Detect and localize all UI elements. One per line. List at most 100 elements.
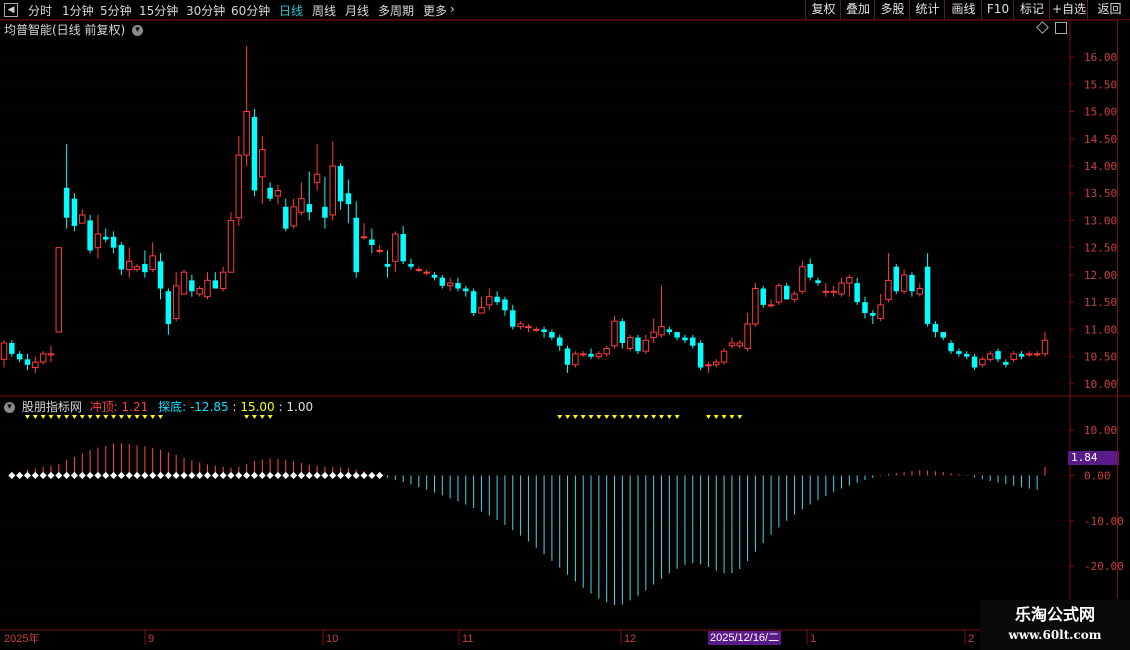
signal-marker [31,471,39,479]
candle-body [619,321,626,343]
y-tick-label: 14.50 [1084,133,1117,146]
candle-body [55,247,63,333]
y-tick-label: 12.50 [1084,242,1117,255]
signal-marker [164,471,172,479]
alert-triangle [729,415,735,419]
signal-marker [8,471,16,479]
candle-body [791,293,798,300]
candle-body [149,255,156,270]
candle-body [494,296,500,303]
candle-body [862,302,868,314]
alert-triangle [588,415,594,419]
candle-body [736,342,743,347]
candle-body [165,291,172,324]
chevron-down-icon[interactable]: ▾ [4,402,15,413]
candle-body [752,288,759,325]
signal-marker [157,471,165,479]
signal-marker [110,471,118,479]
candle-body [807,264,813,278]
x-axis-label: 1 [810,633,816,645]
candle-body [306,204,312,213]
signal-marker [352,471,360,479]
alert-triangle [565,415,571,419]
alert-triangle [658,415,664,419]
alert-triangle [244,415,250,419]
candle-body [626,337,634,349]
candle-body [189,280,195,292]
alert-triangle [118,415,124,419]
candle-body [635,337,641,352]
candle-body [235,154,243,219]
candle-body [142,264,148,273]
alert-triangle [674,415,680,419]
candle-body [948,342,954,352]
candle-body [376,249,383,252]
indicator-label-2: 探底: [158,400,187,414]
candle-body [971,356,978,368]
watermark: 乐淘公式网 www.60lt.com [980,600,1130,650]
indicator-label-1: 冲顶: [89,400,118,414]
alert-triangle [651,415,657,419]
candle-body [682,337,688,341]
candle-body [877,304,884,319]
y-tick-label: 12.00 [1084,269,1117,282]
candle-body [690,337,696,346]
candle-body [517,323,524,328]
candle-body [243,111,250,156]
candle-body [63,187,70,218]
candle-body [125,260,133,270]
alert-triangle [705,415,711,419]
signal-marker [141,471,149,479]
candle-body [455,283,461,289]
signal-marker [219,471,227,479]
signal-marker [117,471,125,479]
alert-triangle [627,415,633,419]
alert-triangle [643,415,649,419]
candle-body [180,271,188,295]
candle-body [431,274,438,278]
signal-marker [368,471,376,479]
kline-chart[interactable]: 16.00 15.50 15.00 14.50 14.00 13.50 13.00 12.50… [0,0,1130,650]
chevron-down-icon[interactable]: ▾ [132,25,144,36]
watermark-url: www.60lt.com [1008,628,1102,642]
candle-body [705,364,712,367]
candle-body [133,266,141,270]
candle-body [32,361,39,368]
candle-body [267,187,273,199]
signal-marker [133,471,141,479]
signal-marker [274,471,282,479]
candle-body [642,339,650,352]
candle-body [274,189,282,197]
current-value-tag: 1.84 [1068,451,1119,465]
candle-body [720,350,728,363]
signal-marker [188,471,196,479]
signal-marker [203,471,212,479]
x-axis-label: 2 [968,633,974,645]
candle-body [650,331,657,339]
signal-marker [282,471,290,479]
alert-triangle [24,415,30,419]
panel-toggle-icon[interactable] [1055,22,1067,34]
candle-body [16,353,23,360]
signal-marker [149,471,157,479]
candle-body [909,274,915,292]
alert-triangle [111,415,117,419]
signal-marker [86,471,94,479]
candle-body [329,165,336,216]
alert-triangle [259,415,265,419]
alert-triangle [142,415,148,419]
side-panel-edge-lower [1117,398,1130,598]
main-panel-header: 均普智能(日线 前复权) ▾ [4,21,144,38]
candle-body [979,358,986,366]
alert-triangle [572,415,578,419]
candle-body [1033,353,1041,356]
candle-body [916,288,924,295]
candle-body [1018,353,1025,357]
cursor-date-tag: 2025/12/16/二 [708,631,782,645]
x-axis-label: 2025年 [4,631,39,645]
alert-triangle [71,415,77,419]
indicator-value-1: 1.21 [121,400,149,414]
alert-triangle [150,415,156,419]
signal-marker [63,471,71,479]
signal-marker [360,471,368,479]
